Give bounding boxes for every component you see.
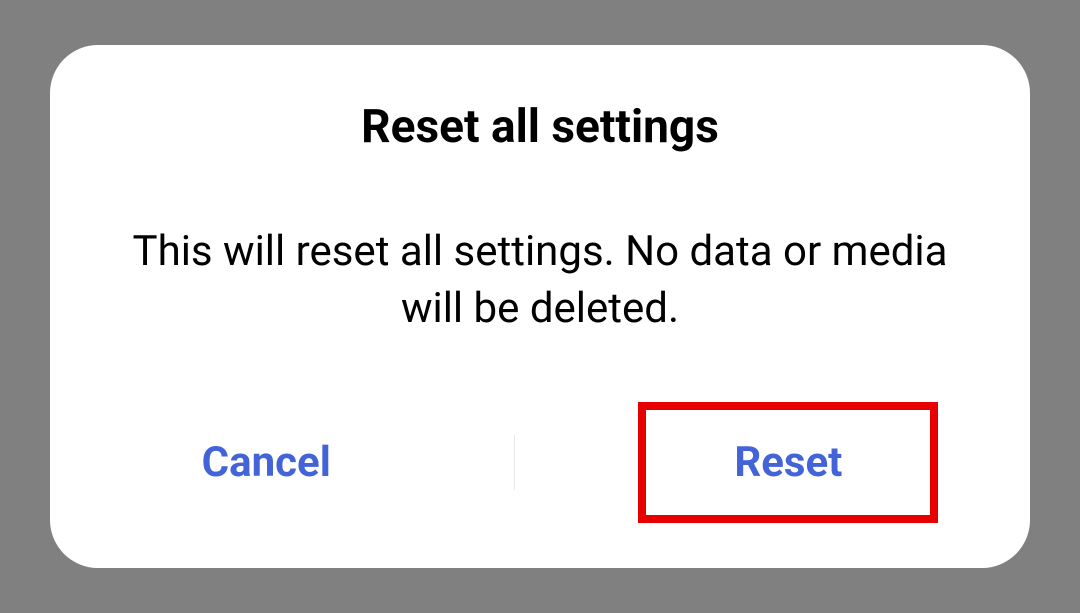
reset-settings-dialog: Reset all settings This will reset all s… bbox=[50, 45, 1030, 568]
dialog-message: This will reset all settings. No data or… bbox=[80, 224, 1000, 337]
dialog-button-row: Cancel Reset bbox=[80, 402, 1000, 523]
dialog-title: Reset all settings bbox=[361, 100, 719, 154]
highlight-annotation: Reset bbox=[638, 402, 938, 523]
reset-button[interactable]: Reset bbox=[674, 420, 902, 505]
cancel-button[interactable]: Cancel bbox=[142, 420, 391, 505]
button-divider bbox=[514, 435, 515, 490]
